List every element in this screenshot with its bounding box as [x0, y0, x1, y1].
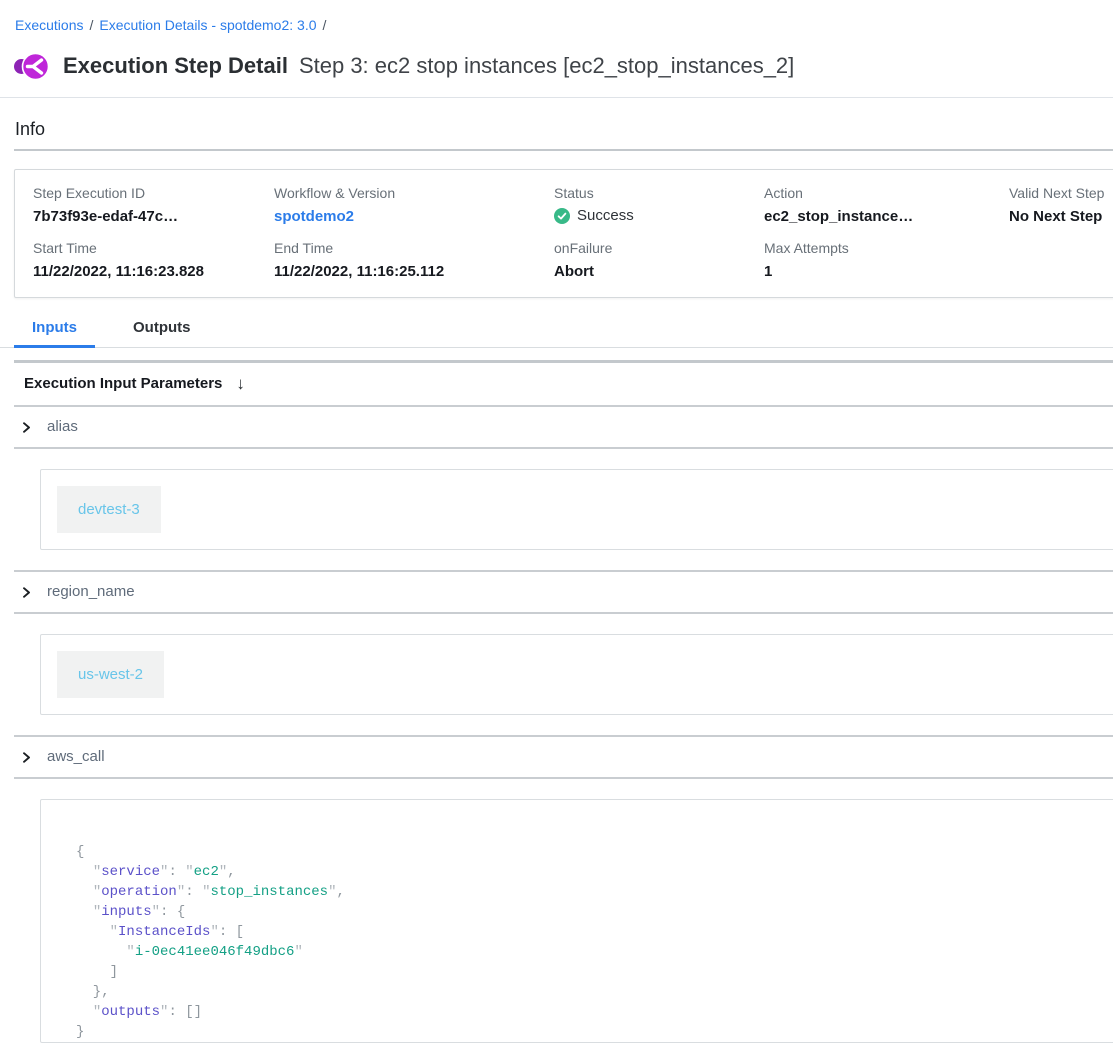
field-label: Step Execution ID: [33, 185, 274, 202]
chevron-right-icon: [21, 422, 32, 433]
page-title: Execution Step Detail: [63, 53, 288, 79]
aws-call-value-box: { "service": "ec2", "operation": "stop_i…: [40, 799, 1113, 1043]
section-toggle-aws-call[interactable]: aws_call: [0, 737, 1113, 777]
field-action: Action ec2_stop_instance…: [764, 185, 1009, 226]
field-max-attempts: Max Attempts 1: [764, 240, 1009, 281]
breadcrumb-separator: /: [323, 17, 327, 33]
field-label: End Time: [274, 240, 554, 257]
field-status: Status Success: [554, 185, 764, 226]
field-value: No Next Step: [1009, 207, 1113, 226]
field-value: 11/22/2022, 11:16:25.112: [274, 262, 554, 281]
tab-outputs[interactable]: Outputs: [115, 318, 209, 347]
field-step-execution-id: Step Execution ID 7b73f93e-edaf-47c…: [33, 185, 274, 226]
arrow-down-icon[interactable]: ↓: [236, 375, 245, 393]
field-label: Valid Next Step: [1009, 185, 1113, 202]
page-subtitle: Step 3: ec2 stop instances [ec2_stop_ins…: [299, 53, 794, 79]
breadcrumb: Executions / Execution Details - spotdemo2…: [0, 0, 1113, 35]
field-value: 11/22/2022, 11:16:23.828: [33, 262, 274, 281]
section-label: aws_call: [47, 749, 105, 765]
breadcrumb-link-executions[interactable]: Executions: [15, 17, 83, 33]
field-value: 1: [764, 262, 1009, 281]
execution-input-parameters-title: Execution Input Parameters: [24, 375, 222, 393]
divider: [14, 777, 1113, 779]
field-end-time: End Time 11/22/2022, 11:16:25.112: [274, 240, 554, 281]
tab-inputs[interactable]: Inputs: [14, 318, 95, 347]
field-value: ec2_stop_instance…: [764, 207, 1009, 226]
field-workflow-version: Workflow & Version spotdemo2: [274, 185, 554, 226]
field-label: Start Time: [33, 240, 274, 257]
field-label: Status: [554, 185, 764, 202]
status-badge: Success: [577, 207, 634, 224]
field-label: Max Attempts: [764, 240, 1009, 257]
divider: [0, 97, 1113, 98]
field-valid-next-step: Valid Next Step No Next Step: [1009, 185, 1113, 226]
section-label: region_name: [47, 584, 135, 600]
inputs-outputs-tabbar: Inputs Outputs: [0, 318, 1113, 348]
section-toggle-alias[interactable]: alias: [0, 407, 1113, 447]
execution-input-parameters-header: Execution Input Parameters ↓: [0, 363, 1113, 405]
workflow-link[interactable]: spotdemo2: [274, 208, 354, 225]
field-value: 7b73f93e-edaf-47c…: [33, 207, 274, 226]
section-toggle-region-name[interactable]: region_name: [0, 572, 1113, 612]
divider: [14, 447, 1113, 449]
divider: [14, 149, 1113, 151]
aws-call-json-code: { "service": "ec2", "operation": "stop_i…: [76, 842, 1113, 1042]
param-value-chip: us-west-2: [57, 651, 164, 698]
field-label: Workflow & Version: [274, 185, 554, 202]
breadcrumb-link-execution-details[interactable]: Execution Details - spotdemo2: 3.0: [99, 17, 316, 33]
page-header: Execution Step Detail Step 3: ec2 stop i…: [13, 49, 1113, 83]
success-check-icon: [554, 208, 570, 224]
info-section-heading: Info: [15, 118, 1113, 140]
alias-value-box: devtest-3: [40, 469, 1113, 550]
field-label: onFailure: [554, 240, 764, 257]
field-value: Abort: [554, 262, 764, 281]
section-label: alias: [47, 419, 78, 435]
execution-step-detail-page: Executions / Execution Details - spotdemo2…: [0, 0, 1113, 1043]
chevron-right-icon: [21, 752, 32, 763]
divider: [14, 612, 1113, 614]
chevron-right-icon: [21, 587, 32, 598]
field-onfailure: onFailure Abort: [554, 240, 764, 281]
breadcrumb-separator: /: [89, 17, 93, 33]
step-info-card: Step Execution ID 7b73f93e-edaf-47c… Wor…: [14, 169, 1113, 298]
param-value-chip: devtest-3: [57, 486, 161, 533]
field-start-time: Start Time 11/22/2022, 11:16:23.828: [33, 240, 274, 281]
field-label: Action: [764, 185, 1009, 202]
region-name-value-box: us-west-2: [40, 634, 1113, 715]
workflow-step-icon: [13, 51, 50, 82]
